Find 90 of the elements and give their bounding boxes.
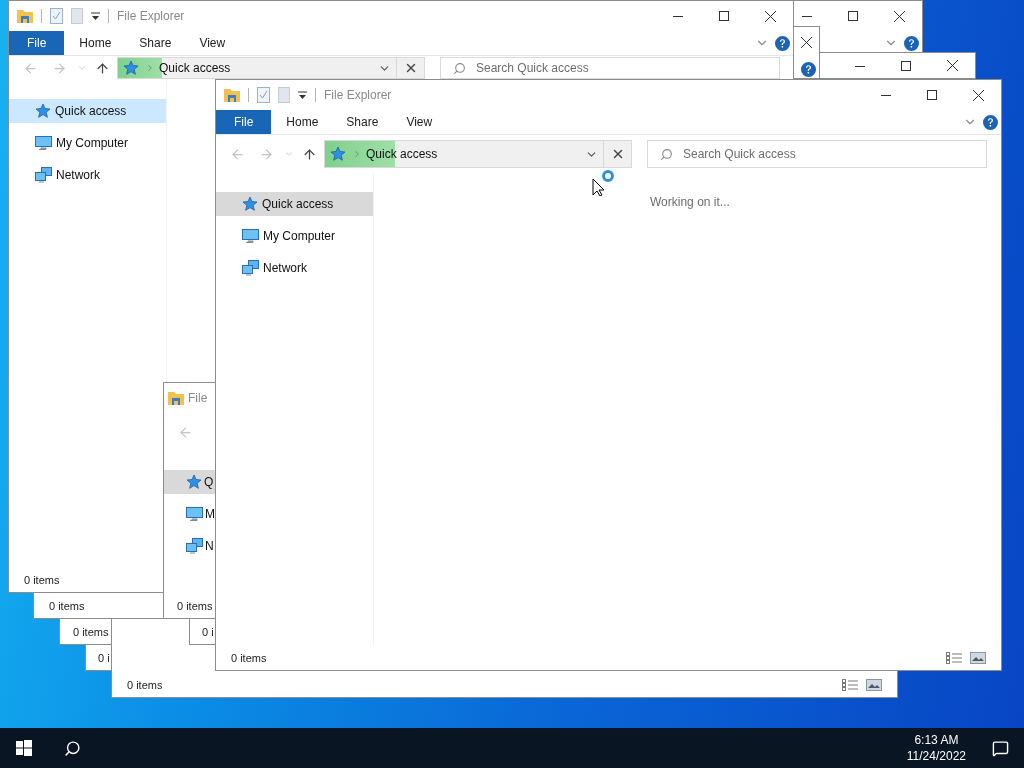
nav-item[interactable]: Quick access — [9, 99, 166, 123]
close-icon — [972, 89, 984, 101]
chevron-down-icon — [284, 149, 294, 159]
loading-message: Working on it... — [650, 195, 730, 209]
file-menu-button[interactable]: File — [216, 110, 272, 134]
star-icon — [186, 474, 202, 490]
chevron-right-icon — [145, 63, 155, 73]
status-text: 0 items — [231, 652, 267, 664]
search-field[interactable]: Search Quick access — [647, 140, 987, 168]
address-bar[interactable]: Quick access — [117, 57, 397, 79]
large-icons-view-icon[interactable] — [970, 652, 986, 664]
file-menu-button[interactable]: File — [9, 31, 65, 55]
nav-item[interactable]: Network — [9, 163, 166, 187]
large-icons-view-icon[interactable] — [866, 679, 882, 691]
folder-icon — [224, 88, 240, 102]
search-field[interactable]: Search Quick access — [440, 57, 780, 79]
help-icon[interactable] — [983, 114, 998, 130]
search-icon — [660, 147, 673, 161]
search-icon — [453, 61, 466, 75]
details-view-icon[interactable] — [946, 652, 962, 664]
search-icon — [63, 739, 81, 757]
monitor-icon — [35, 135, 52, 151]
close-icon — [764, 10, 776, 22]
nav-item[interactable]: Q — [164, 470, 216, 494]
status-text: 0 i — [98, 652, 110, 664]
ribbon-tab[interactable]: View — [392, 110, 447, 134]
help-icon[interactable] — [904, 35, 919, 51]
nav-item[interactable]: Network — [216, 256, 373, 280]
close-icon — [801, 36, 812, 48]
arrow-left-icon — [22, 60, 38, 76]
nav-item[interactable]: M — [164, 502, 216, 526]
window-title: File Explorer — [117, 9, 185, 23]
page-icon — [71, 8, 83, 24]
clock[interactable]: 6:13 AM 11/24/2022 — [896, 733, 976, 763]
star-icon — [123, 60, 139, 76]
search-placeholder: Search Quick access — [683, 147, 796, 161]
folder-icon — [17, 9, 33, 23]
chevron-right-icon — [352, 149, 362, 159]
windows-logo-icon — [16, 740, 32, 756]
maximize-icon — [719, 11, 729, 21]
status-text: 0 i — [202, 626, 214, 638]
ribbon-tab[interactable]: Share — [332, 110, 393, 134]
status-text: 0 items — [24, 574, 60, 586]
checked-page-icon — [50, 8, 63, 24]
maximize-icon — [927, 90, 937, 100]
arrow-right-icon — [51, 60, 67, 76]
monitor-icon — [186, 506, 203, 522]
star-icon — [330, 146, 346, 162]
folder-icon — [168, 391, 184, 405]
nav-item[interactable]: My Computer — [216, 224, 373, 248]
details-view-icon[interactable] — [842, 679, 858, 691]
checked-page-icon — [257, 87, 270, 103]
clock-date: 11/24/2022 — [906, 749, 966, 763]
close-icon — [893, 10, 905, 22]
network-icon — [242, 260, 259, 276]
search-placeholder: Search Quick access — [476, 61, 589, 75]
network-icon — [35, 167, 52, 183]
window-title: File — [188, 391, 208, 405]
page-icon — [278, 87, 290, 103]
monitor-icon — [242, 228, 259, 244]
window-title: File Explorer — [324, 88, 392, 102]
nav-item[interactable]: N — [164, 534, 216, 558]
maximize-icon — [901, 60, 911, 71]
arrow-right-icon — [258, 146, 274, 162]
address-bar[interactable]: Quick access — [324, 140, 604, 168]
help-icon[interactable] — [801, 61, 816, 77]
stop-button[interactable] — [397, 57, 425, 79]
close-icon — [946, 60, 958, 71]
maximize-icon — [848, 11, 858, 21]
ribbon-tab[interactable]: Home — [65, 31, 126, 55]
star-icon — [35, 103, 51, 119]
help-icon[interactable] — [775, 35, 790, 51]
caret-icon[interactable] — [298, 90, 307, 100]
status-text: 0 items — [73, 626, 109, 638]
ribbon-tab[interactable]: Share — [125, 31, 186, 55]
location-text: Quick access — [365, 147, 439, 161]
chevron-down-icon — [77, 63, 87, 73]
location-text: Quick access — [158, 61, 232, 75]
status-text: 0 items — [49, 600, 85, 612]
status-text: 0 items — [177, 600, 213, 612]
nav-item[interactable]: My Computer — [9, 131, 166, 155]
caret-icon[interactable] — [91, 11, 100, 21]
ribbon-tab[interactable]: View — [185, 31, 240, 55]
clock-time: 6:13 AM — [914, 733, 959, 747]
star-icon — [242, 196, 258, 212]
nav-item[interactable]: Quick access — [216, 192, 373, 216]
ribbon-tab[interactable]: Home — [272, 110, 333, 134]
status-text: 0 items — [127, 679, 163, 691]
network-icon — [186, 538, 203, 554]
notification-icon — [991, 739, 1009, 757]
